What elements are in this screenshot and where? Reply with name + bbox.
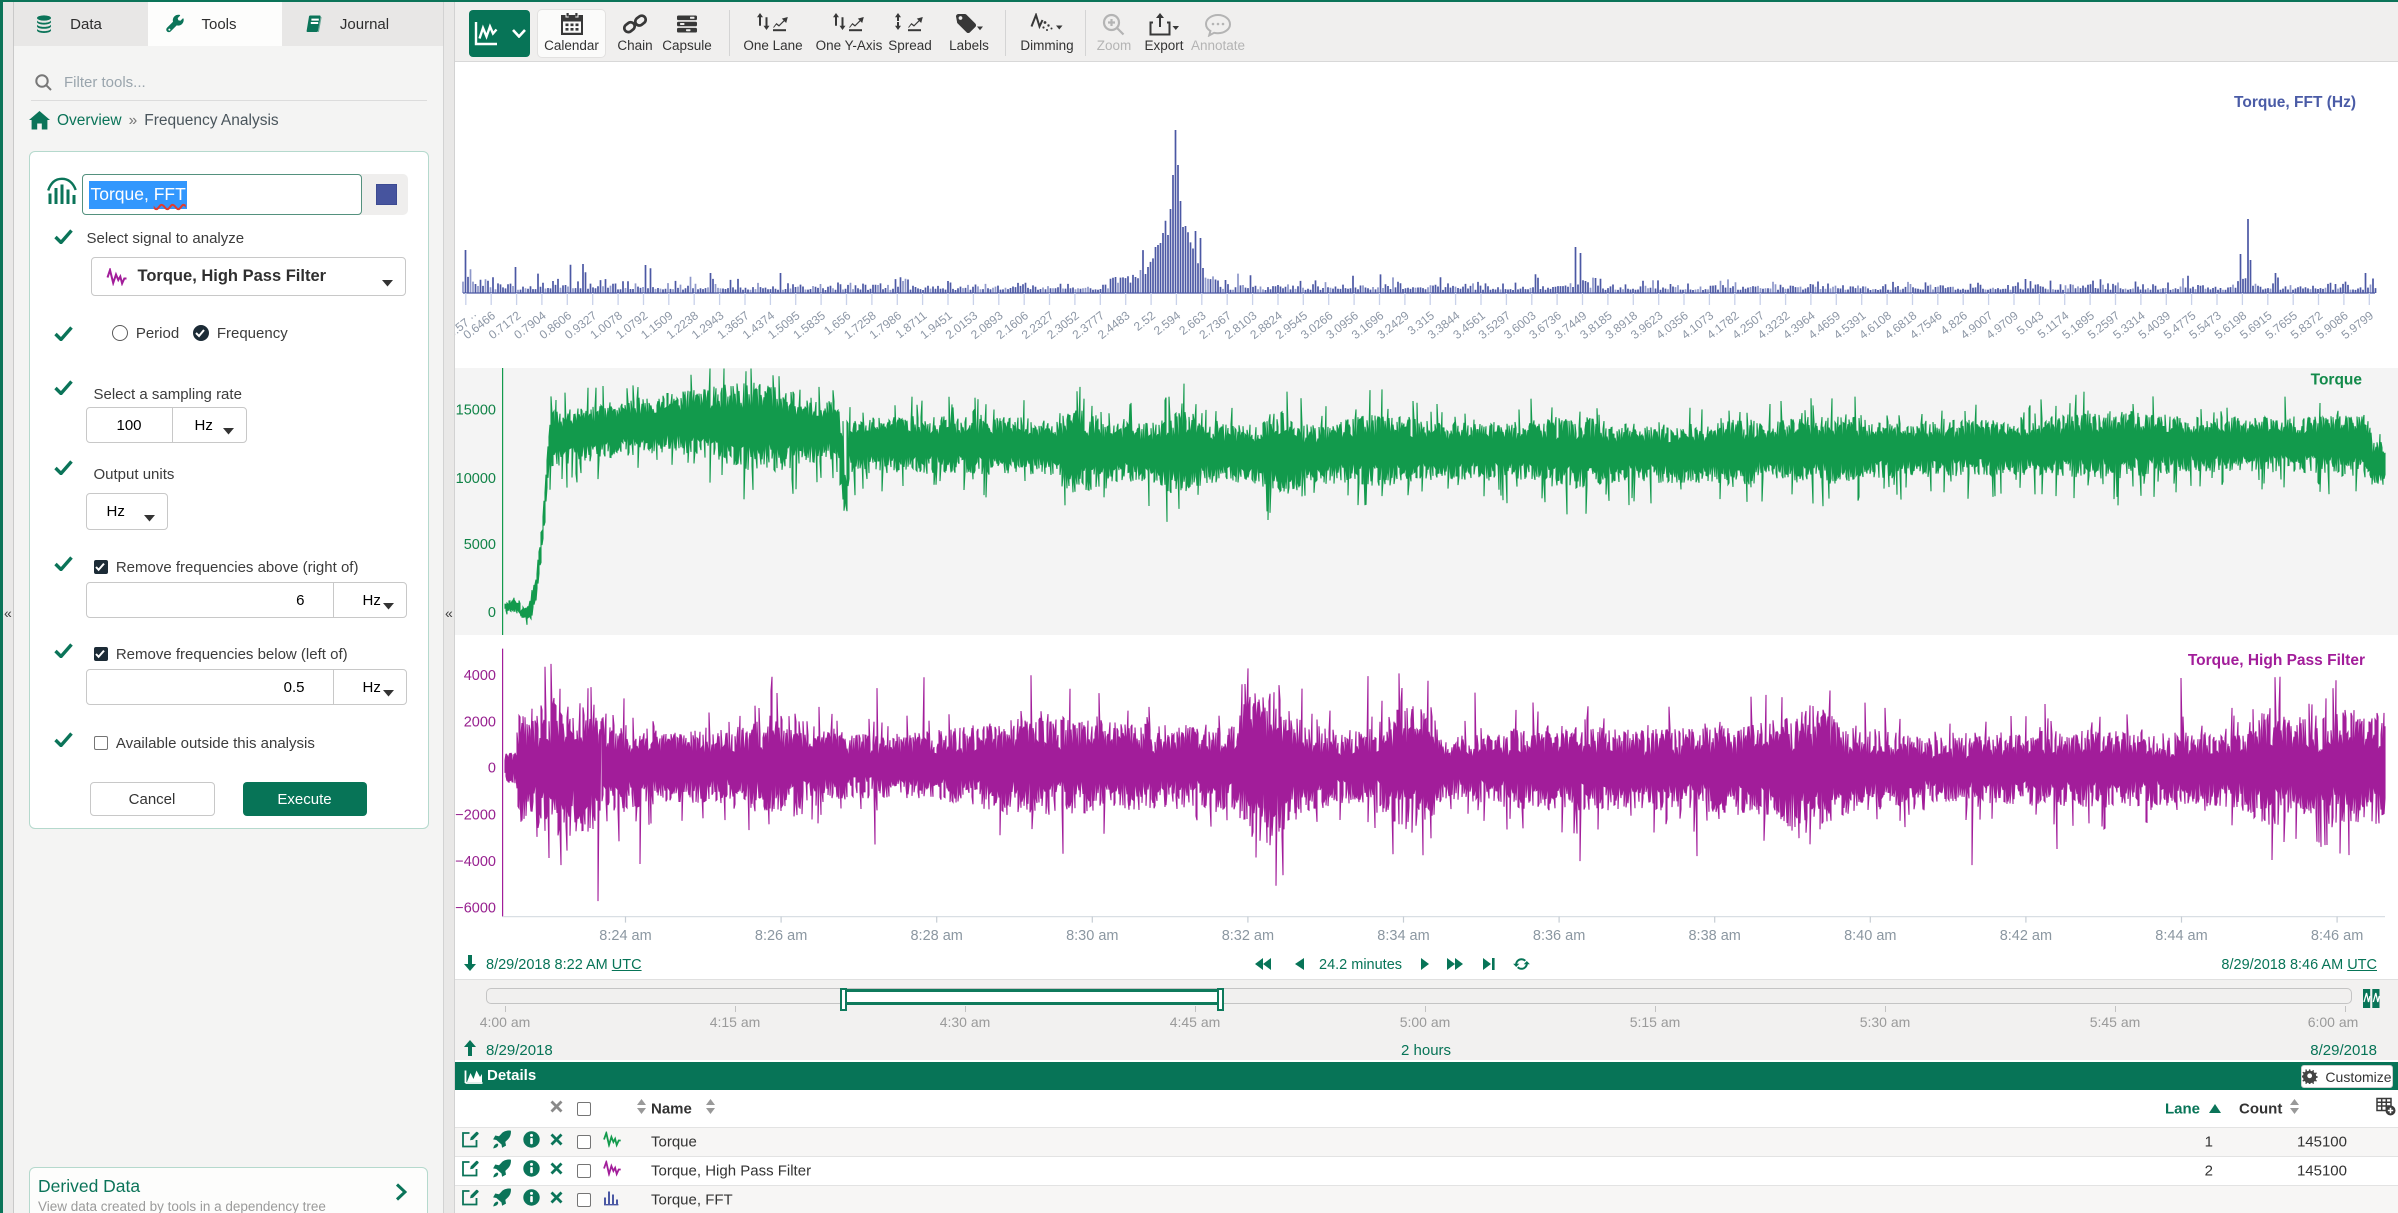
svg-text:4000: 4000 [464, 668, 496, 684]
svg-text:8:46 am: 8:46 am [2311, 928, 2363, 944]
svg-text:8:32 am: 8:32 am [1222, 928, 1274, 944]
svg-text:8:26 am: 8:26 am [755, 928, 807, 944]
svg-text:8:44 am: 8:44 am [2155, 928, 2207, 944]
svg-text:Torque, FFT (Hz): Torque, FFT (Hz) [2234, 94, 2356, 111]
svg-text:−6000: −6000 [455, 900, 496, 916]
svg-text:2000: 2000 [464, 715, 496, 731]
svg-text:0: 0 [488, 605, 496, 621]
svg-text:10000: 10000 [456, 471, 496, 487]
svg-text:8:30 am: 8:30 am [1066, 928, 1118, 944]
svg-text:8:42 am: 8:42 am [2000, 928, 2052, 944]
svg-text:8:24 am: 8:24 am [599, 928, 651, 944]
svg-text:0: 0 [488, 761, 496, 777]
svg-text:8:36 am: 8:36 am [1533, 928, 1585, 944]
svg-text:8:34 am: 8:34 am [1377, 928, 1429, 944]
svg-text:2.594: 2.594 [1151, 308, 1184, 338]
svg-text:8:38 am: 8:38 am [1688, 928, 1740, 944]
svg-text:15000: 15000 [456, 403, 496, 419]
svg-text:Torque, High Pass Filter: Torque, High Pass Filter [2188, 652, 2365, 669]
svg-text:8:28 am: 8:28 am [910, 928, 962, 944]
svg-text:8:40 am: 8:40 am [1844, 928, 1896, 944]
svg-text:Torque: Torque [2311, 372, 2363, 389]
svg-text:−2000: −2000 [455, 808, 496, 824]
svg-text:5000: 5000 [464, 537, 496, 553]
svg-text:−4000: −4000 [455, 854, 496, 870]
